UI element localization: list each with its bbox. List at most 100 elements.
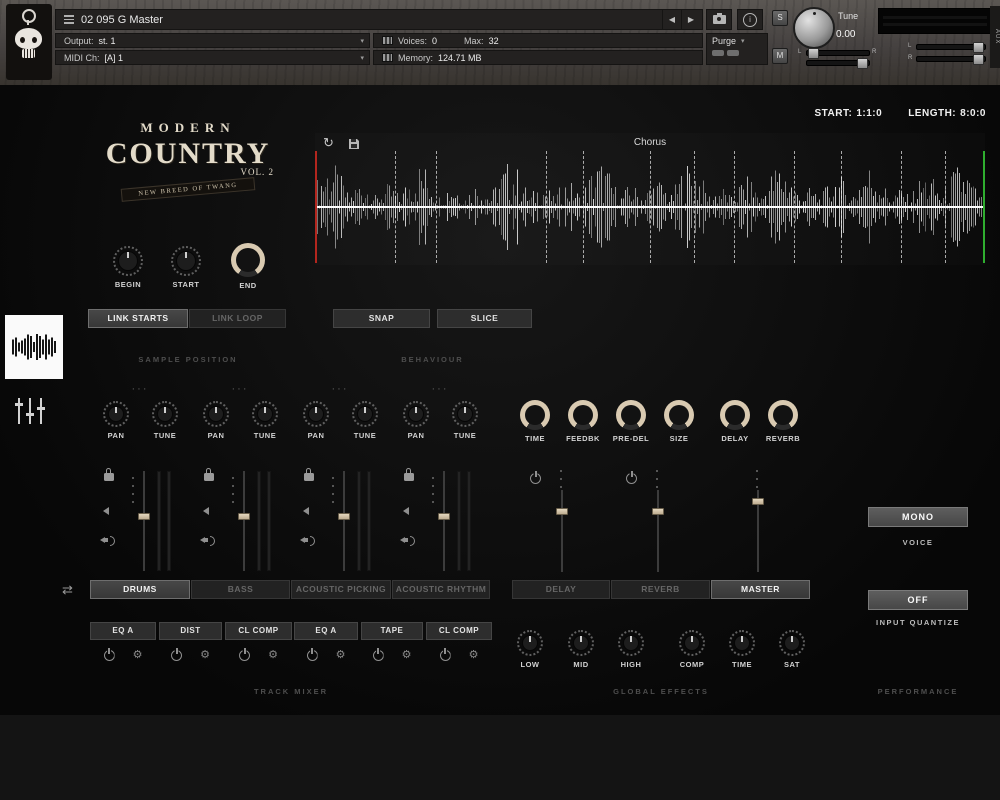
tab-acoustic-rhythm[interactable]: ACOUSTIC RHYTHM <box>392 580 490 599</box>
power-icon[interactable] <box>307 650 318 661</box>
wave-edit-page-thumbnail[interactable] <box>5 315 63 379</box>
power-icon[interactable] <box>239 650 250 661</box>
pan-knob[interactable] <box>303 401 329 427</box>
reverb-level-fader[interactable] <box>657 490 659 572</box>
insert-eq-a-1[interactable]: EQ A <box>90 622 156 640</box>
start-knob[interactable] <box>171 246 201 276</box>
channel-options-dots[interactable]: ··· <box>90 383 190 395</box>
slice-marker[interactable] <box>436 151 437 263</box>
next-instrument-button[interactable]: ▶ <box>681 10 700 29</box>
mute-button[interactable]: M <box>772 48 788 64</box>
tune-value[interactable]: 0.00 <box>836 29 855 40</box>
waveform-display[interactable] <box>315 151 985 263</box>
lock-icon[interactable] <box>204 473 214 481</box>
pan-knob[interactable] <box>103 401 129 427</box>
prev-instrument-button[interactable]: ◀ <box>662 10 681 29</box>
sample-end-marker[interactable] <box>983 151 985 263</box>
slice-marker[interactable] <box>395 151 396 263</box>
mute-speaker-icon[interactable] <box>203 507 209 515</box>
power-icon[interactable] <box>373 650 384 661</box>
channel-fader[interactable] <box>243 471 245 571</box>
insert-cl-comp-1[interactable]: CL COMP <box>225 622 292 640</box>
delay-power-button[interactable] <box>530 471 541 489</box>
slice-marker[interactable] <box>901 151 902 263</box>
tab-acoustic-picking[interactable]: ACOUSTIC PICKING <box>291 580 391 599</box>
begin-knob[interactable] <box>113 246 143 276</box>
snapshot-button[interactable] <box>706 9 732 30</box>
tune-knob[interactable] <box>352 401 378 427</box>
tune-knob[interactable] <box>252 401 278 427</box>
eq-mid-knob[interactable] <box>568 630 594 656</box>
gear-icon[interactable]: ⚙ <box>469 650 479 661</box>
output-select[interactable]: Output: st. 1 ▾ <box>55 33 370 48</box>
tab-reverb[interactable]: REVERB <box>611 580 710 599</box>
reverb-power-button[interactable] <box>626 471 637 489</box>
volume-speaker-icon[interactable] <box>300 535 316 545</box>
slice-marker[interactable] <box>945 151 946 263</box>
delay-feedback-knob[interactable] <box>568 400 598 430</box>
slice-marker[interactable] <box>546 151 547 263</box>
instrument-title-bar[interactable]: 02 095 G Master ◀ ▶ <box>55 9 703 30</box>
insert-cl-comp-2[interactable]: CL COMP <box>426 622 492 640</box>
master-volume-knob[interactable] <box>793 7 835 49</box>
reverb-predelay-knob[interactable] <box>616 400 646 430</box>
info-button[interactable] <box>737 9 763 30</box>
insert-tape[interactable]: TAPE <box>361 622 423 640</box>
mono-button[interactable]: MONO <box>868 507 968 527</box>
delay-send-knob[interactable] <box>720 400 750 430</box>
tune-knob[interactable] <box>452 401 478 427</box>
purge-menu[interactable]: Purge ▾ <box>706 33 768 65</box>
channel-options-dots[interactable]: ··· <box>190 383 290 395</box>
channel-fader[interactable] <box>143 471 145 571</box>
mixer-page-icon[interactable] <box>18 398 52 426</box>
lock-icon[interactable] <box>404 473 414 481</box>
volume-slider[interactable] <box>806 60 870 66</box>
insert-dist[interactable]: DIST <box>159 622 222 640</box>
slice-marker[interactable] <box>794 151 795 263</box>
mute-speaker-icon[interactable] <box>103 507 109 515</box>
volume-speaker-icon[interactable] <box>100 535 116 545</box>
delay-time-knob[interactable] <box>520 400 550 430</box>
gear-icon[interactable]: ⚙ <box>200 650 210 661</box>
tab-bass[interactable]: BASS <box>191 580 290 599</box>
slice-marker[interactable] <box>650 151 651 263</box>
input-quantize-off-button[interactable]: OFF <box>868 590 968 610</box>
slice-marker[interactable] <box>583 151 584 263</box>
pan-knob[interactable] <box>203 401 229 427</box>
power-icon[interactable] <box>440 650 451 661</box>
tune-knob[interactable] <box>152 401 178 427</box>
link-starts-button[interactable]: LINK STARTS <box>88 309 188 328</box>
gear-icon[interactable]: ⚙ <box>268 650 278 661</box>
aux-tab[interactable]: AUX <box>990 6 1000 68</box>
master-level-fader[interactable] <box>757 490 759 572</box>
power-icon[interactable] <box>104 650 115 661</box>
slice-button[interactable]: SLICE <box>437 309 532 328</box>
channel-options-dots[interactable]: ··· <box>290 383 390 395</box>
reverb-send-knob[interactable] <box>768 400 798 430</box>
output-slider-right[interactable] <box>916 56 986 62</box>
insert-eq-a-2[interactable]: EQ A <box>294 622 358 640</box>
delay-level-fader[interactable] <box>561 490 563 572</box>
sample-start-marker[interactable] <box>315 151 317 263</box>
volume-speaker-icon[interactable] <box>400 535 416 545</box>
tab-master[interactable]: MASTER <box>711 580 810 599</box>
channel-fader[interactable] <box>343 471 345 571</box>
lock-icon[interactable] <box>104 473 114 481</box>
slice-marker[interactable] <box>734 151 735 263</box>
eq-high-knob[interactable] <box>618 630 644 656</box>
mute-speaker-icon[interactable] <box>403 507 409 515</box>
gear-icon[interactable]: ⚙ <box>402 650 412 661</box>
mute-speaker-icon[interactable] <box>303 507 309 515</box>
eq-low-knob[interactable] <box>517 630 543 656</box>
slice-marker[interactable] <box>841 151 842 263</box>
snap-button[interactable]: SNAP <box>333 309 430 328</box>
saturation-knob[interactable] <box>779 630 805 656</box>
comp-knob[interactable] <box>679 630 705 656</box>
gear-icon[interactable]: ⚙ <box>133 650 143 661</box>
solo-button[interactable]: S <box>772 10 788 26</box>
link-loop-button[interactable]: LINK LOOP <box>189 309 286 328</box>
midi-channel-select[interactable]: MIDI Ch: [A] 1 ▾ <box>55 50 370 65</box>
channel-options-dots[interactable]: ··· <box>390 383 490 395</box>
volume-speaker-icon[interactable] <box>200 535 216 545</box>
instrument-menu-icon[interactable] <box>64 15 74 24</box>
